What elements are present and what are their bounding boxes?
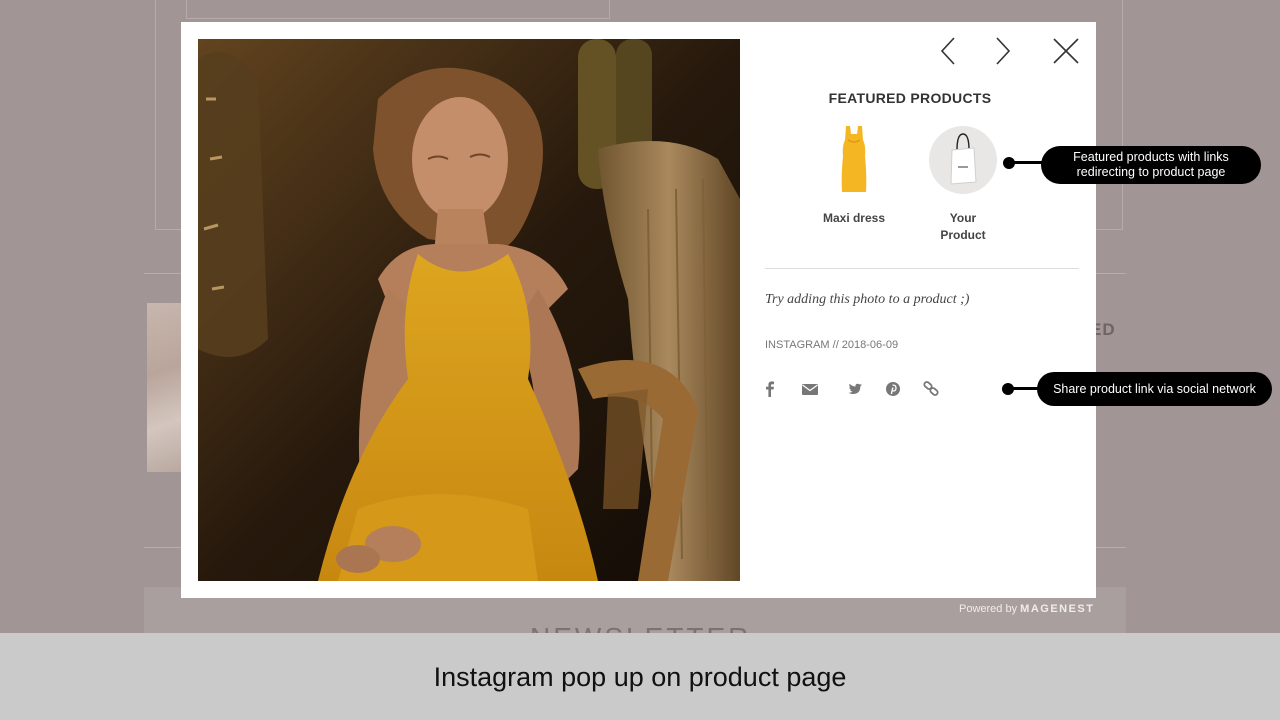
product-name[interactable]: Your Product <box>939 210 987 244</box>
powered-by-prefix: Powered by <box>959 603 1018 615</box>
close-icon <box>1053 38 1079 64</box>
background-input-box <box>186 0 610 19</box>
share-link-button[interactable] <box>922 380 940 403</box>
facebook-icon <box>766 381 774 397</box>
instagram-photo[interactable] <box>198 39 740 581</box>
share-pinterest-button[interactable] <box>885 380 901 403</box>
powered-by-label: Powered by MAGENEST <box>959 603 1095 615</box>
callout-connector <box>1008 387 1039 390</box>
callout-share: Share product link via social network <box>1037 372 1272 406</box>
callout-featured-products: Featured products with links redirecting… <box>1041 146 1261 184</box>
share-facebook-button[interactable] <box>763 380 777 403</box>
share-twitter-button[interactable] <box>847 380 863 403</box>
callout-connector <box>1009 161 1043 164</box>
chevron-right-icon <box>996 37 1011 65</box>
envelope-icon <box>802 384 818 395</box>
photo-caption: Try adding this photo to a product ;) <box>765 292 970 307</box>
link-icon <box>923 381 939 396</box>
section-divider <box>765 268 1079 269</box>
featured-products-title: FEATURED PRODUCTS <box>828 90 992 106</box>
powered-by-brand: MAGENEST <box>1020 603 1095 615</box>
shopping-bag-image <box>950 133 977 185</box>
instagram-popup: FEATURED PRODUCTS Maxi dress Your Produc… <box>181 22 1096 598</box>
callout-line: redirecting to product page <box>1076 165 1226 179</box>
share-email-button[interactable] <box>801 380 819 403</box>
photo-meta: INSTAGRAM // 2018-06-09 <box>765 339 899 351</box>
featured-product-your-product[interactable]: Your Product <box>918 126 1008 244</box>
close-button[interactable] <box>1051 36 1081 71</box>
yellow-dress-thumbnail[interactable] <box>820 126 888 194</box>
next-button[interactable] <box>991 36 1015 71</box>
twitter-icon <box>848 383 862 394</box>
chevron-left-icon <box>940 37 955 65</box>
caption-text: Instagram pop up on product page <box>433 662 847 692</box>
shopping-bag-thumbnail[interactable] <box>929 126 997 194</box>
instagram-photo-illustration <box>198 39 740 581</box>
pinterest-icon <box>886 382 900 396</box>
caption-bar: Instagram pop up on product page <box>0 633 1280 720</box>
featured-product-maxi-dress[interactable]: Maxi dress <box>809 126 899 227</box>
dress-image <box>841 126 867 192</box>
callout-line: Featured products with links <box>1073 150 1229 164</box>
prev-button[interactable] <box>936 36 960 71</box>
product-name[interactable]: Maxi dress <box>809 210 899 227</box>
